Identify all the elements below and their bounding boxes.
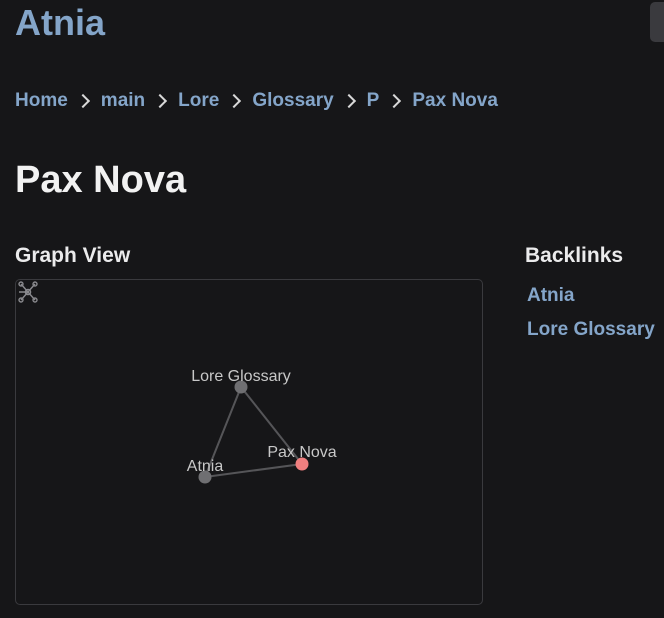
backlink-atnia[interactable]: Atnia	[527, 285, 575, 306]
chevron-right-icon	[75, 93, 90, 109]
backlink-lore-glossary[interactable]: Lore Glossary	[527, 319, 655, 340]
breadcrumb-p[interactable]: P	[367, 90, 380, 112]
graph-canvas[interactable]: Lore Glossary Atnia Pax Nova	[16, 280, 482, 604]
graph-view-heading: Graph View	[15, 244, 131, 267]
chevron-right-icon	[153, 93, 168, 109]
backlinks-heading: Backlinks	[525, 244, 624, 267]
list-item: Atnia	[527, 284, 655, 308]
site-title[interactable]: Atnia	[15, 2, 105, 44]
breadcrumb: Home main Lore Glossary P Pax Nova	[15, 90, 498, 112]
breadcrumb-main[interactable]: main	[101, 90, 145, 112]
breadcrumb-glossary[interactable]: Glossary	[252, 90, 333, 112]
graph-node-label: Pax Nova	[267, 444, 336, 461]
graph-view[interactable]: Lore Glossary Atnia Pax Nova	[15, 279, 483, 605]
graph-node-label: Lore Glossary	[191, 368, 291, 385]
breadcrumb-home[interactable]: Home	[15, 90, 68, 112]
page: Atnia Home main Lore Glossary P Pax Nova…	[0, 0, 664, 618]
chevron-right-icon	[341, 93, 356, 109]
graph-node-label: Atnia	[187, 458, 224, 475]
search-button[interactable]	[650, 2, 664, 42]
page-title: Pax Nova	[15, 159, 187, 201]
global-graph-icon[interactable]	[16, 280, 40, 304]
breadcrumb-current[interactable]: Pax Nova	[412, 90, 498, 112]
chevron-right-icon	[227, 93, 242, 109]
backlinks-list: Atnia Lore Glossary	[527, 284, 655, 352]
list-item: Lore Glossary	[527, 318, 655, 342]
chevron-right-icon	[387, 93, 402, 109]
breadcrumb-lore[interactable]: Lore	[178, 90, 219, 112]
